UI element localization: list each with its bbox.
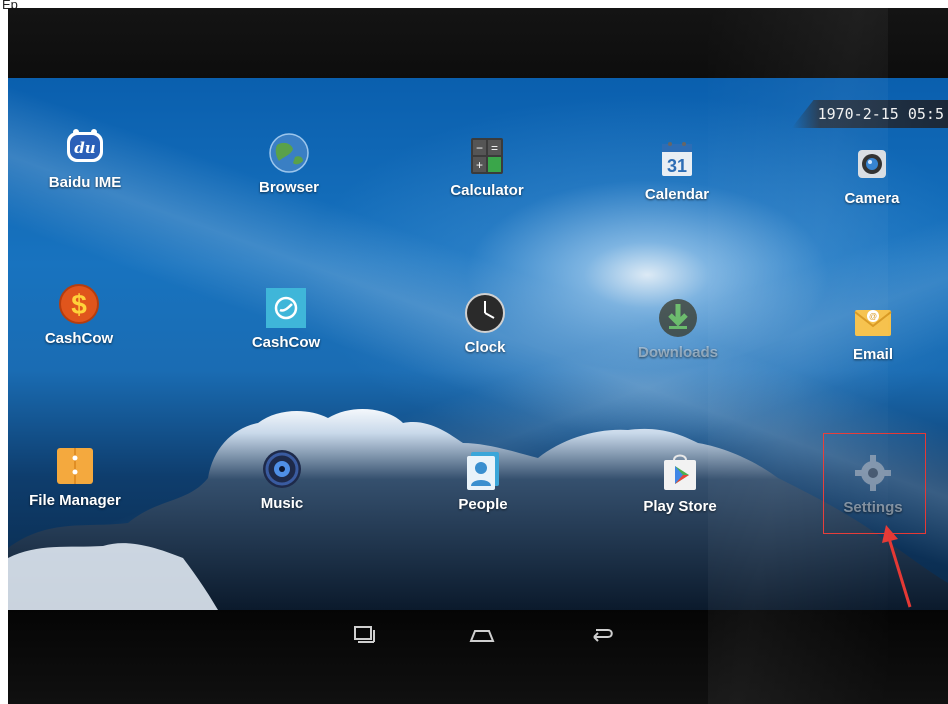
app-calendar[interactable]: 31 Calendar xyxy=(617,138,737,203)
app-people[interactable]: People xyxy=(423,448,543,513)
tablet-photo: 1970-2-15 05:5 du Baidu IME Browser − = + … xyxy=(8,8,948,704)
browser-globe-icon xyxy=(267,131,311,175)
baidu-ime-icon: du xyxy=(63,126,107,170)
svg-text:$: $ xyxy=(71,289,87,320)
calculator-icon: − = + xyxy=(465,134,509,178)
home-screen[interactable]: 1970-2-15 05:5 du Baidu IME Browser − = + … xyxy=(8,78,948,610)
app-label: Clock xyxy=(464,339,506,356)
recent-apps-icon xyxy=(354,626,375,643)
app-label: Calendar xyxy=(644,186,710,203)
annotation-arrow-icon xyxy=(882,525,912,608)
app-clock[interactable]: Clock xyxy=(425,291,545,356)
app-play-store[interactable]: Play Store xyxy=(620,450,740,515)
app-camera[interactable]: Camera xyxy=(812,142,932,207)
app-label: CashCow xyxy=(44,330,114,347)
app-email[interactable]: @ Email xyxy=(813,298,933,363)
clock-icon xyxy=(463,291,507,335)
camera-icon xyxy=(850,142,894,186)
app-music[interactable]: Music xyxy=(222,447,342,512)
app-label: Music xyxy=(260,495,304,512)
back-button[interactable] xyxy=(583,622,619,648)
music-icon xyxy=(260,447,304,491)
app-label: Baidu IME xyxy=(48,174,122,191)
app-cashcow-2[interactable]: CashCow xyxy=(226,286,346,351)
settings-highlight-box xyxy=(823,433,926,534)
back-icon xyxy=(593,629,613,642)
app-file-manager[interactable]: File Manager xyxy=(15,444,135,509)
svg-text:=: = xyxy=(491,141,498,155)
app-label: Calculator xyxy=(450,182,524,199)
svg-text:+: + xyxy=(476,158,483,172)
svg-text:−: − xyxy=(476,141,483,155)
app-label: Downloads xyxy=(637,344,718,361)
navigation-bar xyxy=(8,610,948,704)
app-label: Camera xyxy=(844,190,900,207)
app-browser[interactable]: Browser xyxy=(229,131,349,196)
file-manager-icon xyxy=(53,444,97,488)
email-icon: @ xyxy=(851,298,895,342)
svg-text:31: 31 xyxy=(667,156,687,176)
svg-text:du: du xyxy=(74,139,95,157)
app-label: People xyxy=(458,496,508,513)
app-label: File Manager xyxy=(29,492,121,509)
app-baidu-ime[interactable]: du Baidu IME xyxy=(25,126,145,191)
home-icon xyxy=(469,630,495,642)
cashcow-dollar-icon: $ xyxy=(57,282,101,326)
app-calculator[interactable]: − = + Calculator xyxy=(427,134,547,199)
recent-apps-button[interactable] xyxy=(346,622,382,648)
play-store-icon xyxy=(658,450,702,494)
app-label: Play Store xyxy=(643,498,717,515)
people-icon xyxy=(461,448,505,492)
svg-text:@: @ xyxy=(869,312,877,321)
downloads-icon xyxy=(656,296,700,340)
app-label: CashCow xyxy=(251,334,321,351)
home-button[interactable] xyxy=(464,622,500,648)
tablet-bezel-top xyxy=(8,8,948,78)
app-downloads[interactable]: Downloads xyxy=(618,296,738,361)
cashcow-teal-icon xyxy=(264,286,308,330)
app-label: Browser xyxy=(258,179,320,196)
status-datetime: 1970-2-15 05:5 xyxy=(791,100,948,128)
app-cashcow[interactable]: $ CashCow xyxy=(19,282,139,347)
calendar-icon: 31 xyxy=(655,138,699,182)
app-label: Email xyxy=(852,346,894,363)
